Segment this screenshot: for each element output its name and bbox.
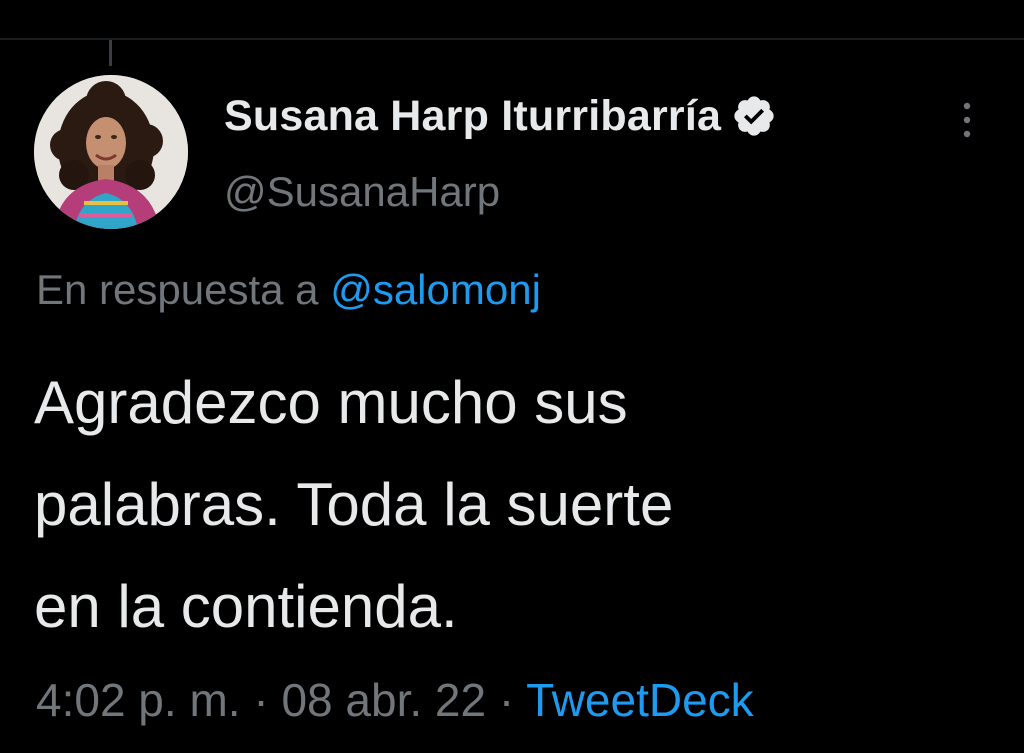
top-divider bbox=[0, 38, 1024, 40]
author-name-row: Susana Harp Iturribarría bbox=[224, 88, 777, 144]
tweet-text: Agradezco mucho sus palabras. Toda la su… bbox=[34, 352, 994, 658]
tweet-text-line: palabras. Toda la suerte bbox=[34, 471, 674, 538]
verified-badge-icon bbox=[731, 93, 777, 139]
avatar-photo-icon bbox=[34, 75, 188, 229]
author-handle[interactable]: @SusanaHarp bbox=[224, 168, 500, 216]
avatar[interactable] bbox=[34, 75, 188, 229]
thread-connector-line bbox=[109, 40, 112, 66]
meta-separator: · bbox=[253, 674, 269, 726]
reply-context: En respuesta a @salomonj bbox=[36, 266, 541, 314]
more-options-icon[interactable] bbox=[952, 98, 982, 142]
tweet-text-line: en la contienda. bbox=[34, 573, 458, 640]
meta-separator: · bbox=[498, 674, 515, 726]
tweet-text-line: Agradezco mucho sus bbox=[34, 369, 628, 436]
reply-prefix: En respuesta a bbox=[36, 266, 319, 313]
author-display-name[interactable]: Susana Harp Iturribarría bbox=[224, 92, 721, 141]
reply-mention-link[interactable]: @salomonj bbox=[330, 266, 541, 313]
tweet-source-link[interactable]: TweetDeck bbox=[526, 674, 754, 726]
tweet-time[interactable]: 4:02 p. m. bbox=[36, 674, 241, 726]
tweet-date[interactable]: 08 abr. 22 bbox=[281, 674, 486, 726]
tweet-metadata: 4:02 p. m. · 08 abr. 22 · TweetDeck bbox=[36, 673, 754, 727]
